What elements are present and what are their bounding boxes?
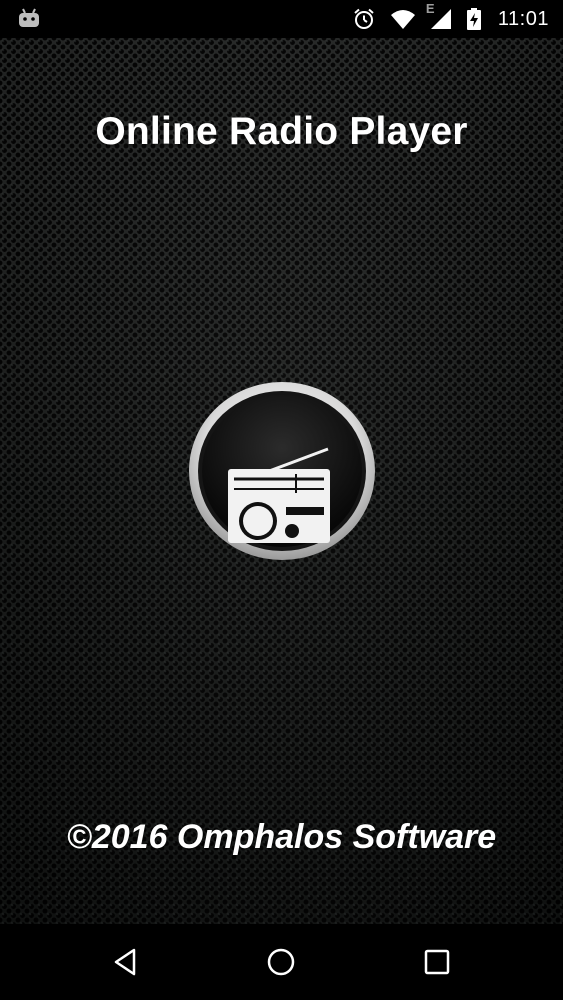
signal-icon: E xyxy=(426,1,452,31)
radio-icon xyxy=(188,381,376,561)
app-title: Online Radio Player xyxy=(95,110,468,153)
status-icons: E 11:01 xyxy=(338,0,549,38)
android-debug-icon xyxy=(18,7,40,29)
status-bar: E 11:01 xyxy=(0,0,563,38)
network-type-label: E xyxy=(425,1,435,16)
alarm-icon xyxy=(352,7,376,31)
recents-icon[interactable] xyxy=(421,946,453,978)
copyright-text: ©2016 Omphalos Software xyxy=(66,818,497,856)
home-icon[interactable] xyxy=(265,946,297,978)
navigation-bar xyxy=(0,924,563,1000)
status-time: 11:01 xyxy=(497,7,549,30)
splash-screen: Online Radio Player ©2016 Omphalos Softw… xyxy=(0,38,563,924)
wifi-icon xyxy=(390,7,416,31)
battery-charging-icon xyxy=(466,7,482,31)
back-icon[interactable] xyxy=(110,946,142,978)
